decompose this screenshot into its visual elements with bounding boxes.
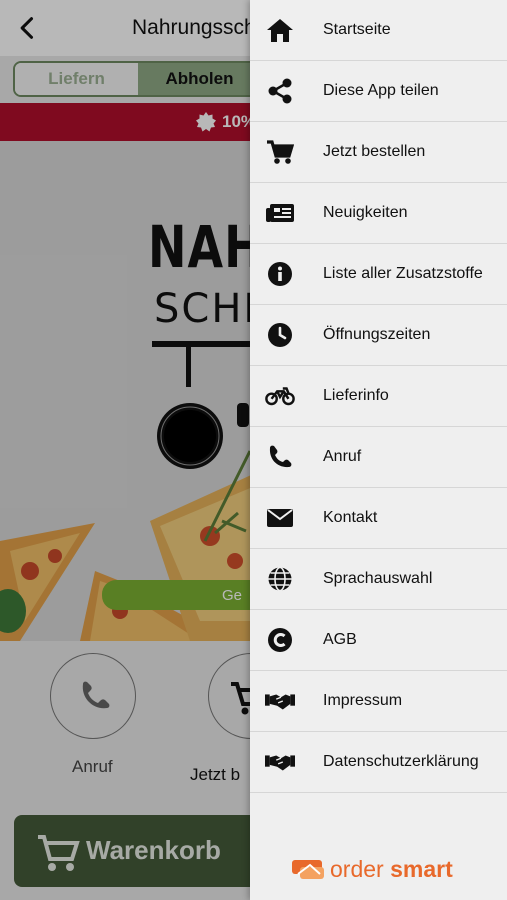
share-icon bbox=[265, 76, 295, 106]
cart-icon bbox=[265, 137, 295, 167]
side-menu: Startseite Diese App teilen Jetzt bestel… bbox=[250, 0, 507, 900]
menu-label: Jetzt bestellen bbox=[323, 143, 426, 160]
home-icon bbox=[265, 15, 295, 45]
clock-icon bbox=[265, 320, 295, 350]
menu-label: Impressum bbox=[323, 692, 403, 709]
menu-item-delivery-info[interactable]: Lieferinfo bbox=[250, 366, 507, 427]
phone-icon bbox=[265, 442, 295, 472]
menu-label: Neuigkeiten bbox=[323, 204, 408, 221]
menu-label: Startseite bbox=[323, 21, 391, 38]
menu-item-news[interactable]: Neuigkeiten bbox=[250, 183, 507, 244]
menu-label: Liste aller Zusatzstoffe bbox=[323, 265, 483, 282]
menu-item-impressum[interactable]: Impressum bbox=[250, 671, 507, 732]
menu-item-order[interactable]: Jetzt bestellen bbox=[250, 122, 507, 183]
menu-item-share[interactable]: Diese App teilen bbox=[250, 61, 507, 122]
menu-item-privacy[interactable]: Datenschutzerklärung bbox=[250, 732, 507, 793]
menu-label: Sprachauswahl bbox=[323, 570, 433, 587]
news-icon bbox=[265, 198, 295, 228]
menu-item-contact[interactable]: Kontakt bbox=[250, 488, 507, 549]
menu-item-additives[interactable]: Liste aller Zusatzstoffe bbox=[250, 244, 507, 305]
menu-label: Kontakt bbox=[323, 509, 378, 526]
handshake-icon bbox=[265, 747, 295, 777]
info-icon bbox=[265, 259, 295, 289]
menu-item-hours[interactable]: Öffnungszeiten bbox=[250, 305, 507, 366]
handshake-icon bbox=[265, 686, 295, 716]
menu-label: Diese App teilen bbox=[323, 82, 439, 99]
copyright-icon bbox=[265, 625, 295, 655]
menu-item-language[interactable]: Sprachauswahl bbox=[250, 549, 507, 610]
menu-item-startseite[interactable]: Startseite bbox=[250, 0, 507, 61]
motorcycle-icon bbox=[265, 381, 295, 411]
globe-icon bbox=[265, 564, 295, 594]
menu-label: Öffnungszeiten bbox=[323, 326, 431, 343]
menu-item-agb[interactable]: AGB bbox=[250, 610, 507, 671]
menu-label: Anruf bbox=[323, 448, 362, 465]
menu-label: Datenschutzerklärung bbox=[323, 753, 479, 770]
menu-item-call[interactable]: Anruf bbox=[250, 427, 507, 488]
menu-label: Lieferinfo bbox=[323, 387, 389, 404]
order-smart-logo-text: order smart bbox=[330, 856, 453, 882]
mail-icon bbox=[265, 503, 295, 533]
menu-label: AGB bbox=[323, 631, 357, 648]
